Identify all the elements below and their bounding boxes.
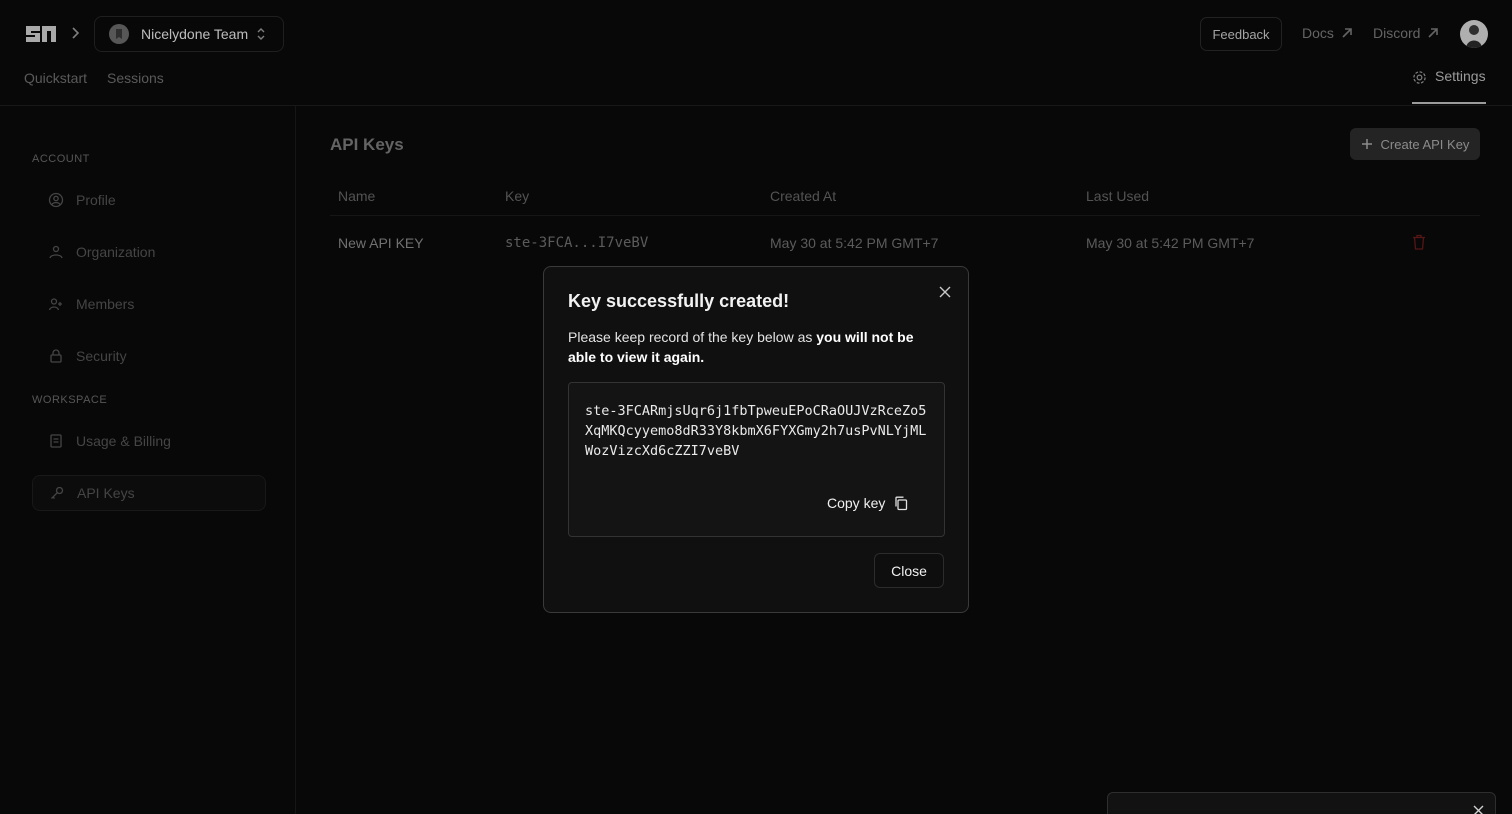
copy-key-button[interactable]: Copy key xyxy=(827,493,908,513)
toast-notification xyxy=(1107,792,1496,814)
dialog-description: Please keep record of the key below as y… xyxy=(568,327,938,367)
api-key-value[interactable]: ste-3FCARmjsUqr6j1fbTpweuEPoCRaOUJVzRceZ… xyxy=(585,401,930,461)
close-icon[interactable] xyxy=(1472,804,1485,814)
dialog-description-text: Please keep record of the key below as xyxy=(568,329,817,345)
close-icon[interactable] xyxy=(937,284,953,300)
copy-key-label: Copy key xyxy=(827,495,886,511)
key-created-dialog: Key successfully created! Please keep re… xyxy=(543,266,969,613)
api-key-box: ste-3FCARmjsUqr6j1fbTpweuEPoCRaOUJVzRceZ… xyxy=(568,382,945,537)
copy-icon xyxy=(895,496,908,510)
close-button[interactable]: Close xyxy=(874,553,944,588)
dialog-title: Key successfully created! xyxy=(568,291,790,311)
